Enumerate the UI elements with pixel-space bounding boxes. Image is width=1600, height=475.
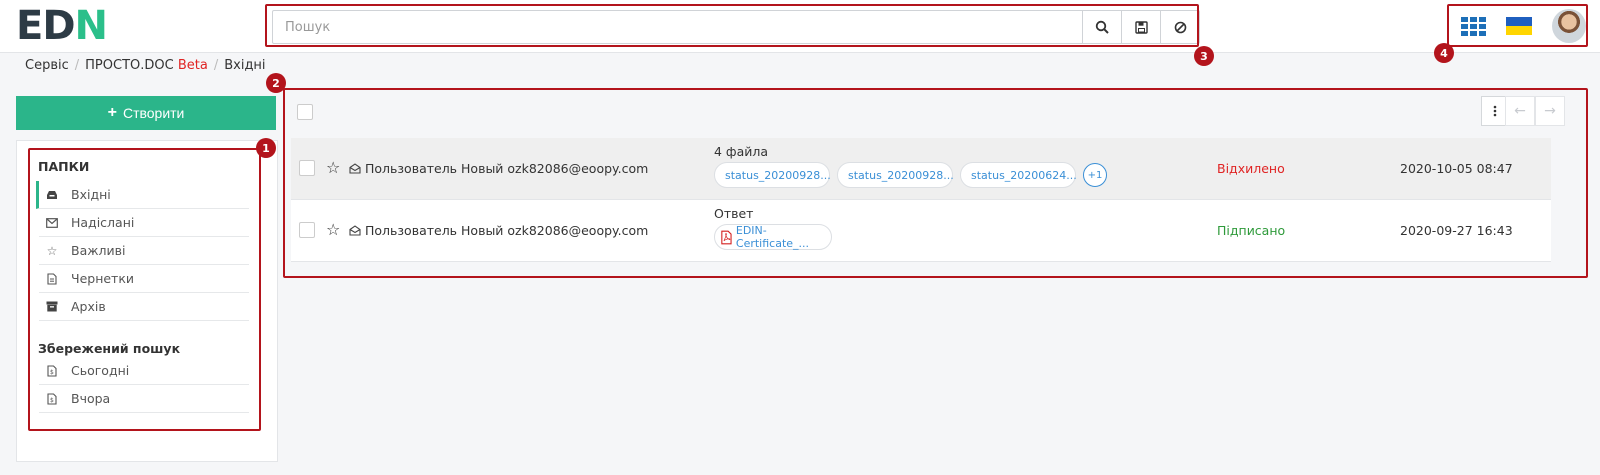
attachment-name: EDIN-Certificate_...: [735, 224, 810, 250]
search-bar: [272, 10, 1200, 44]
attachment-chip[interactable]: status_20200928...: [837, 162, 954, 188]
breadcrumb: Сервіс / ПРОСТО.DOC Beta / Вхідні: [25, 58, 266, 73]
logo-text: ED: [16, 3, 76, 49]
sidebar-item-archive[interactable]: Архів: [39, 293, 249, 321]
plus-icon: +: [107, 104, 117, 121]
saved-search-icon: $: [45, 364, 59, 377]
row-sender: Пользователь Новый ozk82086@eoopy.com: [349, 161, 648, 176]
create-button-label: Створити: [122, 105, 185, 121]
sidebar-item-sent[interactable]: Надіслані: [39, 209, 249, 237]
row-checkbox[interactable]: [299, 222, 315, 238]
sidebar-item-inbox[interactable]: Вхідні: [36, 181, 249, 209]
attachment-name: status_20200928...: [848, 168, 954, 182]
inbox-icon: [45, 190, 59, 200]
clear-search-button[interactable]: [1160, 11, 1199, 43]
table-row[interactable]: ☆ Пользователь Новый ozk82086@eoopy.com …: [291, 138, 1551, 200]
attachment-chip[interactable]: status_20200928...: [714, 162, 831, 188]
svg-text:$: $: [50, 369, 54, 376]
sidebar-item-label: Сьогодні: [71, 363, 130, 378]
search-icon: [1095, 20, 1109, 34]
breadcrumb-service[interactable]: Сервіс: [25, 58, 69, 73]
status-badge: Відхилено: [1217, 161, 1285, 176]
next-page-button[interactable]: →: [1535, 96, 1565, 126]
annotation-number-3: 3: [1194, 46, 1214, 66]
apps-grid-icon[interactable]: [1461, 16, 1486, 36]
create-button[interactable]: + Створити: [16, 96, 276, 130]
sidebar-item-important[interactable]: ☆ Важливі: [39, 237, 249, 265]
archive-icon: [45, 301, 59, 312]
sidebar-item-label: Чернетки: [71, 271, 135, 286]
row-date: 2020-09-27 16:43: [1400, 223, 1513, 238]
annotation-number-2: 2: [266, 73, 286, 93]
attachment-list: EDIN-Certificate_...: [714, 224, 832, 250]
sidebar-item-today[interactable]: $ Сьогодні: [39, 357, 249, 385]
star-icon[interactable]: ☆: [326, 158, 340, 177]
svg-text:$: $: [50, 397, 54, 404]
sender-name: Пользователь Новый ozk82086@eoopy.com: [365, 223, 649, 238]
select-all-checkbox[interactable]: [297, 104, 313, 120]
open-envelope-icon: [349, 225, 361, 236]
sidebar-item-drafts[interactable]: Чернетки: [39, 265, 249, 293]
star-icon[interactable]: ☆: [326, 220, 340, 239]
user-avatar[interactable]: [1552, 9, 1586, 43]
sidebar-item-label: Важливі: [71, 243, 126, 258]
sidebar-item-label: Вчора: [71, 391, 111, 406]
breadcrumb-separator: /: [74, 58, 80, 73]
ukraine-flag-icon[interactable]: [1506, 17, 1532, 35]
beta-badge: Beta: [177, 58, 208, 73]
pdf-file-icon: [721, 230, 732, 244]
saved-search-title: Збережений пошук: [38, 341, 181, 356]
breadcrumb-current: Вхідні: [224, 58, 266, 73]
header-actions: [1461, 8, 1586, 44]
row-sender: Пользователь Новый ozk82086@eoopy.com: [349, 223, 648, 238]
breadcrumb-prostodoc[interactable]: ПРОСТО.DOC Beta: [85, 58, 208, 73]
save-search-button[interactable]: [1121, 11, 1160, 43]
prev-page-button[interactable]: ←: [1505, 96, 1535, 126]
annotation-number-4: 4: [1434, 43, 1454, 63]
breadcrumb-prostodoc-label: ПРОСТО.DOC: [85, 58, 174, 73]
attachment-name: status_20200928...: [725, 168, 831, 182]
open-envelope-icon: [349, 163, 361, 174]
floppy-disk-icon: [1134, 20, 1148, 34]
envelope-icon: [45, 217, 59, 228]
attachment-name: status_20200624...: [971, 168, 1077, 182]
row-checkbox[interactable]: [299, 160, 315, 176]
arrow-right-icon: →: [1544, 103, 1556, 119]
saved-search-icon: $: [45, 392, 59, 405]
row-subject: 4 файла: [714, 144, 769, 159]
logo-text-accent: N: [74, 3, 108, 49]
star-icon: ☆: [46, 243, 58, 258]
row-date: 2020-10-05 08:47: [1400, 161, 1513, 176]
more-attachments-badge[interactable]: +1: [1083, 163, 1107, 187]
breadcrumb-separator: /: [213, 58, 219, 73]
top-bar: ED N: [0, 0, 1600, 53]
sidebar-item-label: Вхідні: [71, 187, 111, 202]
draft-icon: [45, 272, 59, 285]
search-input[interactable]: [273, 11, 1082, 43]
sidebar-item-label: Надіслані: [71, 215, 135, 230]
arrow-left-icon: ←: [1514, 103, 1526, 119]
edin-logo[interactable]: ED N: [16, 3, 108, 49]
attachment-chip[interactable]: status_20200624...: [960, 162, 1077, 188]
folders-title: ПАПКИ: [38, 159, 90, 174]
sender-name: Пользователь Новый ozk82086@eoopy.com: [365, 161, 649, 176]
search-button[interactable]: [1082, 11, 1121, 43]
vertical-dots-icon: [1493, 105, 1497, 117]
status-badge: Підписано: [1217, 223, 1286, 238]
annotation-number-1: 1: [256, 138, 276, 158]
row-subject: Ответ: [714, 206, 754, 221]
table-row[interactable]: ☆ Пользователь Новый ozk82086@eoopy.com …: [291, 200, 1551, 262]
attachment-chip[interactable]: EDIN-Certificate_...: [714, 224, 832, 250]
attachment-list: status_20200928... status_20200928... st…: [714, 162, 1107, 188]
sidebar-item-yesterday[interactable]: $ Вчора: [39, 385, 249, 413]
ban-icon: [1174, 21, 1186, 33]
sidebar-item-label: Архів: [71, 299, 106, 314]
sidebar-panel: ПАПКИ Вхідні Надіслані ☆ Важливі Чернетк…: [16, 140, 278, 462]
